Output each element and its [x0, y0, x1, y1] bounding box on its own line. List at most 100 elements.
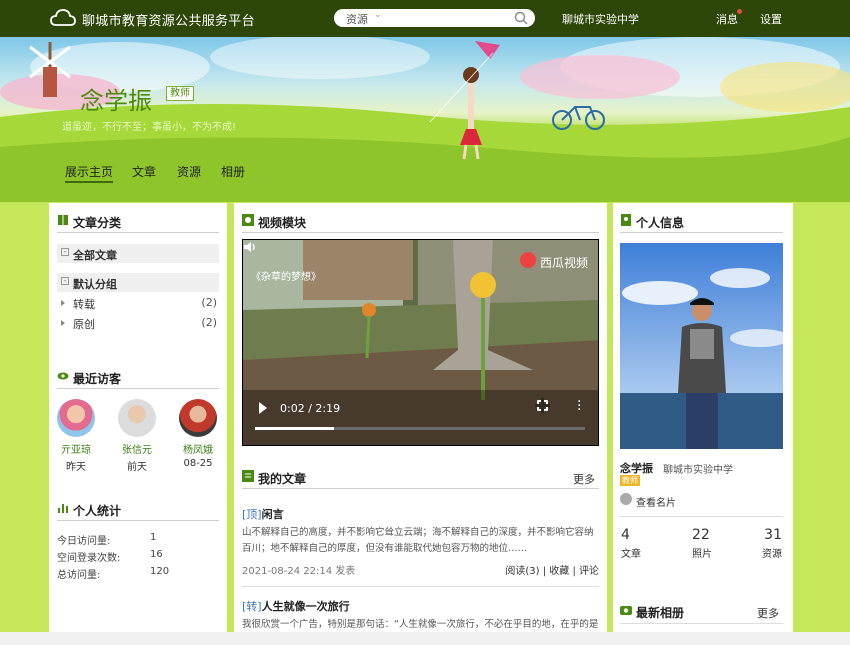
category-header: 文章分类	[57, 207, 219, 233]
stat-value: 22	[692, 527, 710, 543]
info-role-badge: 教师	[620, 475, 640, 486]
stat-value: 120	[150, 566, 170, 577]
profile-photo-image	[620, 243, 783, 449]
divider	[620, 516, 783, 517]
play-icon[interactable]	[259, 402, 267, 414]
visitors-title: 最近访客	[73, 372, 122, 386]
info-name: 念学振	[620, 462, 653, 475]
article-title-text[interactable]: 人生就像一次旅行	[262, 600, 350, 613]
info-stat-articles[interactable]: 4 文章	[621, 527, 661, 560]
xigua-logo-icon	[520, 252, 536, 268]
tab-resources[interactable]: 资源	[177, 163, 201, 180]
category-item-original[interactable]: 原创 (2)	[61, 315, 217, 331]
search-type-select[interactable]: 资源	[346, 11, 368, 27]
article-date: 2021-08-24 22:14 发表	[242, 566, 356, 577]
category-item-repost[interactable]: 转载 (2)	[61, 295, 217, 311]
messages-link[interactable]: 消息	[716, 11, 738, 27]
document-icon	[242, 470, 254, 482]
category-item-label: 原创	[73, 318, 95, 331]
info-stat-photos[interactable]: 22 照片	[692, 527, 732, 560]
stat-row: 总访问量: 120	[57, 566, 197, 581]
visitor-item[interactable]: 亓亚琼 昨天	[54, 399, 98, 473]
albums-more-link[interactable]: 更多	[757, 605, 779, 621]
caret-right-icon	[61, 320, 65, 326]
tab-albums[interactable]: 相册	[221, 163, 245, 180]
visitor-name[interactable]: 杨凤娥	[176, 441, 220, 456]
article-title[interactable]: [转]人生就像一次旅行	[242, 598, 599, 614]
stat-label: 今日访问量:	[57, 536, 111, 547]
visitor-item[interactable]: 杨凤娥 08-25	[176, 399, 220, 469]
stat-value: 1	[150, 532, 157, 543]
search-input[interactable]	[390, 10, 508, 25]
avatar	[179, 399, 217, 437]
category-item-label: 转载	[73, 298, 95, 311]
chevron-down-icon[interactable]: ⌄	[374, 10, 382, 20]
user-icon	[620, 493, 632, 505]
video-brand[interactable]: 西瓜视频	[540, 254, 588, 271]
more-options-icon[interactable]: · · ·	[577, 395, 581, 417]
stat-label: 资源	[762, 549, 782, 560]
article-title[interactable]: [顶]闲言	[242, 506, 599, 522]
visitor-date: 昨天	[66, 462, 86, 473]
eye-icon	[57, 372, 69, 380]
articles-more-link[interactable]: 更多	[573, 471, 595, 487]
top-bar: 聊城市教育资源公共服务平台 资源 ⌄ 聊城市实验中学 消息 设置	[0, 0, 850, 37]
video-section-title: 视频模块	[258, 216, 307, 230]
camera-icon	[620, 606, 632, 615]
cloud-logo-icon[interactable]	[50, 6, 76, 30]
notification-dot	[737, 9, 742, 14]
fullscreen-icon-gap	[535, 404, 550, 407]
profile-banner: 念学振 教师 道虽迩，不行不至；事虽小，不为不成! 展示主页 文章 资源 相册	[0, 37, 850, 202]
visitor-date: 前天	[127, 462, 147, 473]
settings-link[interactable]: 设置	[760, 11, 782, 27]
article-actions[interactable]: 阅读(3) | 收藏 | 评论	[505, 562, 599, 577]
category-title: 文章分类	[73, 216, 122, 230]
profile-motto: 道虽迩，不行不至；事虽小，不为不成!	[62, 122, 237, 133]
stat-label: 文章	[621, 549, 641, 560]
view-card-link[interactable]: 查看名片	[636, 494, 676, 509]
divider	[242, 586, 599, 587]
albums-title: 最新相册	[636, 606, 685, 620]
article-tag: [转]	[242, 600, 262, 613]
search-icon[interactable]	[514, 11, 528, 25]
category-all[interactable]: - 全部文章	[57, 244, 219, 263]
category-item-count: (2)	[201, 296, 217, 309]
category-item-count: (2)	[201, 316, 217, 329]
volume-icon[interactable]	[243, 240, 257, 254]
stat-value: 16	[150, 549, 163, 560]
stat-value: 4	[621, 527, 630, 543]
visitor-name[interactable]: 张信元	[115, 441, 159, 456]
info-stat-resources[interactable]: 31 资源	[760, 527, 782, 560]
role-badge: 教师	[166, 86, 194, 101]
collapse-icon: -	[61, 277, 69, 285]
category-all-label: 全部文章	[73, 249, 117, 262]
stats-title: 个人统计	[73, 504, 122, 518]
stat-row: 今日访问量: 1	[57, 532, 197, 547]
book-icon	[58, 215, 68, 225]
caret-right-icon	[61, 300, 65, 306]
search-box: 资源 ⌄	[334, 9, 535, 27]
stat-label: 总访问量:	[57, 570, 101, 581]
article-title-text[interactable]: 闲言	[262, 508, 284, 521]
profile-photo[interactable]	[620, 243, 783, 449]
articles-header: 我的文章 更多	[242, 463, 599, 489]
tab-articles[interactable]: 文章	[132, 163, 156, 180]
info-school[interactable]: 聊城市实验中学	[663, 461, 733, 476]
visitor-name[interactable]: 亓亚琼	[54, 441, 98, 456]
video-time: 0:02 / 2:19	[280, 402, 341, 415]
category-group[interactable]: - 默认分组	[57, 273, 219, 292]
stats-header: 个人统计	[57, 495, 219, 521]
video-player[interactable]: 《杂草的梦想》 西瓜视频 0:02 / 2:19 · · ·	[242, 239, 599, 446]
divider	[620, 623, 783, 624]
article-meta: 2021-08-24 22:14 发表 阅读(3) | 收藏 | 评论	[242, 562, 599, 577]
article-tag: [顶]	[242, 508, 262, 521]
footer-strip	[0, 632, 850, 645]
info-header: 个人信息	[620, 207, 783, 233]
article-summary: 山不解释自己的高度，并不影响它耸立云端；海不解释自己的深度，并不影响它容纳百川；…	[242, 527, 594, 554]
visitor-item[interactable]: 张信元 前天	[115, 399, 159, 473]
video-progress-fill	[255, 427, 334, 430]
tab-home[interactable]: 展示主页	[65, 163, 114, 183]
site-title[interactable]: 聊城市教育资源公共服务平台	[82, 10, 255, 29]
stat-value: 31	[764, 527, 782, 543]
school-link[interactable]: 聊城市实验中学	[562, 11, 639, 27]
